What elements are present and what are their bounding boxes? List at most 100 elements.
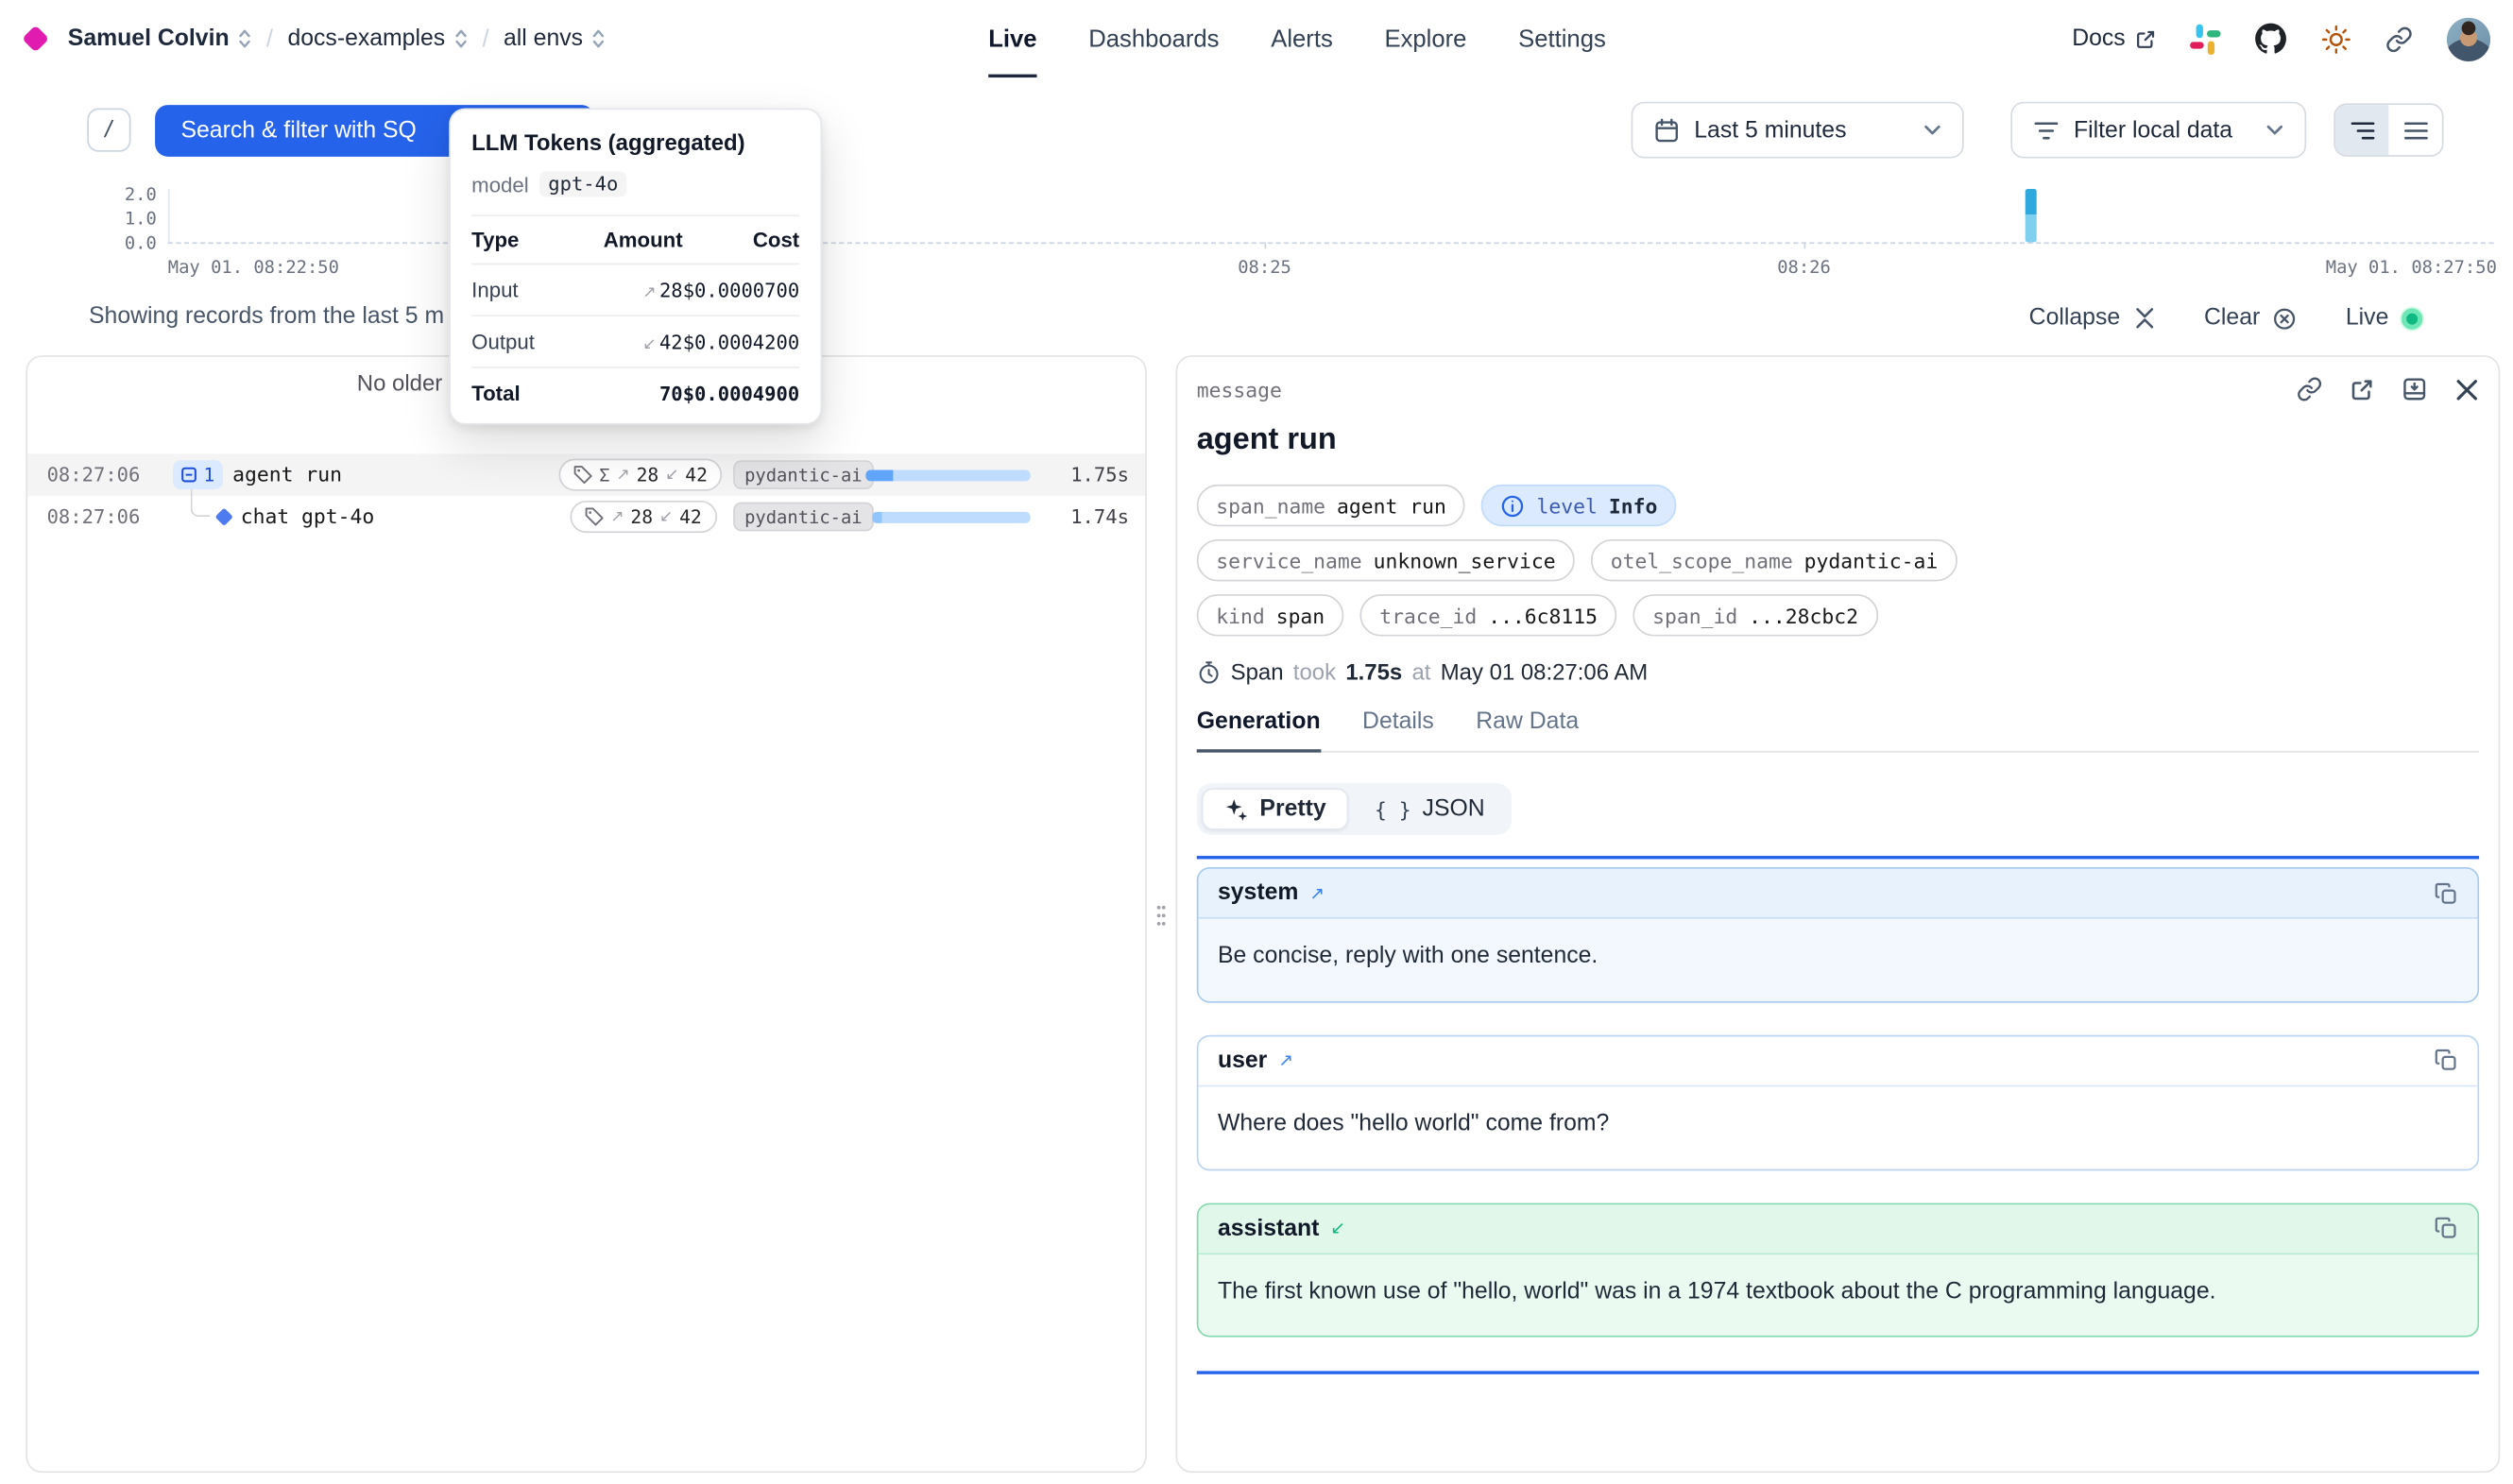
tab-generation[interactable]: Generation <box>1197 708 1321 752</box>
timing-duration: 1.75s <box>1345 658 1402 684</box>
tag-icon <box>573 465 593 485</box>
detail-header: message <box>1197 376 2479 401</box>
x-tick: May 01. 08:27:50 <box>2326 257 2497 278</box>
trace-row-chat-gpt4o[interactable]: 08:27:06 chat gpt-4o ↗ 28 ↙ 42 pydantic-… <box>27 496 1145 537</box>
col-header-cost: Cost <box>683 215 800 264</box>
nav-tab-dashboards[interactable]: Dashboards <box>1088 0 1219 77</box>
token-type: Output <box>471 316 571 367</box>
dock-panel-button[interactable] <box>2402 376 2427 401</box>
scroll-boundary-line <box>1197 1372 2479 1374</box>
slash-shortcut-key: / <box>87 109 130 152</box>
org-switcher[interactable]: Samuel Colvin <box>68 26 252 51</box>
external-link-icon <box>2135 28 2156 49</box>
col-header-amount: Amount <box>571 215 683 264</box>
llm-tokens-pill[interactable]: Σ ↗ 28 ↙ 42 <box>558 459 722 491</box>
attr-kind[interactable]: kind span <box>1197 594 1344 636</box>
theme-toggle-button[interactable] <box>2321 24 2351 54</box>
tab-raw-data[interactable]: Raw Data <box>1476 708 1579 752</box>
message-text: Be concise, reply with one sentence. <box>1218 940 2251 975</box>
pretty-toggle-button[interactable]: Pretty <box>1202 788 1349 829</box>
slack-button[interactable] <box>2190 24 2220 54</box>
message-text: The first known use of "hello, world" wa… <box>1218 1275 2251 1310</box>
primary-nav: Live Dashboards Alerts Explore Settings <box>988 0 1606 77</box>
attr-level[interactable]: level Info <box>1481 485 1676 526</box>
time-range-select[interactable]: Last 5 minutes <box>1632 102 1964 159</box>
output-arrow-icon: ↙ <box>659 508 673 526</box>
attr-value: ...6c8115 <box>1488 604 1598 628</box>
grip-dots-icon <box>1154 903 1168 929</box>
timing-word: took <box>1293 658 1336 684</box>
list-view-button[interactable] <box>2388 105 2441 155</box>
attr-label: trace_id <box>1379 604 1477 628</box>
format-toggle: Pretty { } JSON <box>1197 783 1513 835</box>
filter-icon <box>2033 119 2059 142</box>
clear-button[interactable]: Clear <box>2204 305 2298 331</box>
updown-chevron-icon <box>453 27 468 50</box>
attr-trace-id[interactable]: trace_id ...6c8115 <box>1360 594 1617 636</box>
copy-icon <box>2434 881 2458 906</box>
nav-tab-settings[interactable]: Settings <box>1518 0 1606 77</box>
token-cost-table: Type Amount Cost Input ↗28 $0.0000700 Ou… <box>471 214 799 418</box>
col-header-type: Type <box>471 215 571 264</box>
token-amount: 70 <box>659 383 683 405</box>
nav-tab-explore[interactable]: Explore <box>1384 0 1466 77</box>
copy-link-button[interactable] <box>2297 376 2322 401</box>
tree-view-button[interactable] <box>2335 105 2388 155</box>
token-cost: $0.0004200 <box>683 331 800 353</box>
workspace-breadcrumb: Samuel Colvin / docs-examples / all envs <box>26 0 606 77</box>
filter-value: Filter local data <box>2074 117 2232 143</box>
attr-value: ...28cbc2 <box>1749 604 1858 628</box>
attr-otel-scope-name[interactable]: otel_scope_name pydantic-ai <box>1591 539 1957 581</box>
user-avatar[interactable] <box>2447 17 2490 60</box>
span-name: agent run <box>232 462 342 486</box>
span-title: agent run <box>1197 423 2479 459</box>
scope-tag: pydantic-ai <box>733 460 873 489</box>
copy-message-button[interactable] <box>2434 1216 2458 1240</box>
scroll-boundary-line <box>1197 856 2479 859</box>
copy-message-button[interactable] <box>2434 881 2458 906</box>
copy-message-button[interactable] <box>2434 1049 2458 1073</box>
token-row-total: Total 70 $0.0004900 <box>471 367 799 418</box>
docs-link[interactable]: Docs <box>2072 26 2156 51</box>
attr-span-id[interactable]: span_id ...28cbc2 <box>1633 594 1878 636</box>
filter-local-data-select[interactable]: Filter local data <box>2010 102 2306 159</box>
info-icon <box>1501 493 1526 518</box>
calendar-icon <box>1654 117 1680 143</box>
span-start-time: 08:27:06 <box>47 464 141 486</box>
json-toggle-button[interactable]: { } JSON <box>1352 788 1508 829</box>
llm-tokens-pill[interactable]: ↗ 28 ↙ 42 <box>570 501 716 533</box>
nav-tab-live[interactable]: Live <box>988 0 1036 77</box>
dock-bottom-icon <box>2402 376 2427 401</box>
env-switcher[interactable]: all envs <box>504 26 606 51</box>
view-toggle <box>2334 103 2443 156</box>
logfire-app: Samuel Colvin / docs-examples / all envs… <box>0 0 2513 1484</box>
span-kind-label: message <box>1197 377 1282 401</box>
token-row-input: Input ↗28 $0.0000700 <box>471 264 799 316</box>
attr-span-name[interactable]: span_name agent run <box>1197 485 1466 526</box>
token-amount: 28 <box>659 280 683 302</box>
github-button[interactable] <box>2254 23 2286 55</box>
y-tick: 2.0 <box>97 186 157 204</box>
children-count: 1 <box>203 464 214 486</box>
output-arrow-icon: ↙ <box>665 466 678 484</box>
collapse-button[interactable]: Collapse <box>2029 305 2156 331</box>
tree-view-icon <box>2349 119 2374 142</box>
close-panel-button[interactable] <box>2454 377 2479 401</box>
time-range-value: Last 5 minutes <box>1694 117 1846 143</box>
span-timing: Span took 1.75s at May 01 08:27:06 AM <box>1197 658 2479 684</box>
logfire-logo-icon[interactable] <box>22 26 49 53</box>
token-row-output: Output ↙42 $0.0004200 <box>471 316 799 367</box>
sparkles-icon <box>1224 797 1249 822</box>
children-count-badge[interactable]: 1 <box>173 460 223 489</box>
live-toggle-button[interactable]: Live <box>2346 305 2422 331</box>
tab-details[interactable]: Details <box>1362 708 1434 752</box>
histogram-bar[interactable] <box>2026 189 2037 242</box>
timeline-histogram[interactable]: 2.0 1.0 0.0 May 01. 08:22:50 08:25 08:26… <box>0 178 2513 278</box>
message-role: system <box>1218 880 1298 906</box>
nav-tab-alerts[interactable]: Alerts <box>1271 0 1333 77</box>
open-in-new-button[interactable] <box>2350 377 2374 401</box>
panel-resize-handle[interactable] <box>1150 895 1172 936</box>
share-link-button[interactable] <box>2385 25 2413 52</box>
attr-service-name[interactable]: service_name unknown_service <box>1197 539 1575 581</box>
project-switcher[interactable]: docs-examples <box>287 26 468 51</box>
